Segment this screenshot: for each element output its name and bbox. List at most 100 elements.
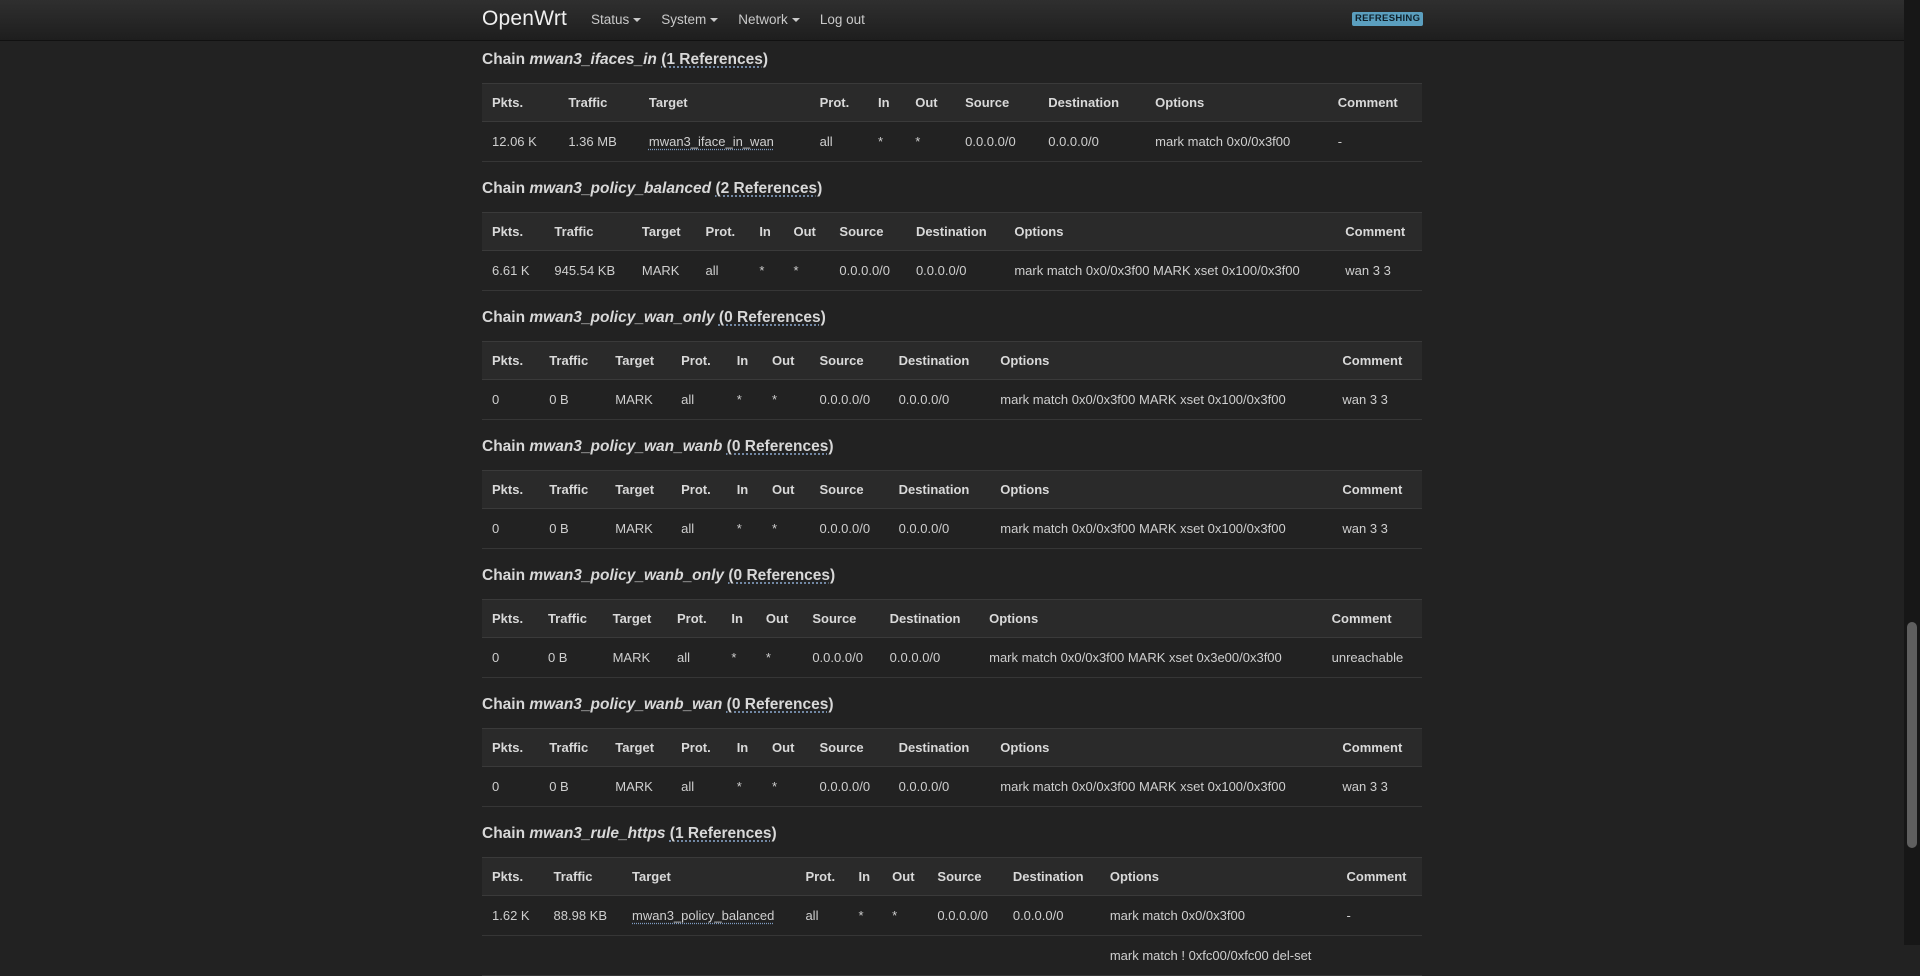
column-header: Pkts. [482, 599, 538, 638]
table-row: 6.61 K 945.54 KB MARK all * * 0.0.0.0/0 0.0.0.0… [482, 250, 1422, 291]
rules-table: Pkts. Traffic Target Prot. In Out Source Destin… [482, 341, 1422, 420]
column-header: Options [990, 728, 1333, 767]
chain-references-link[interactable]: (0 References) [728, 567, 835, 584]
brand-logo[interactable]: OpenWrt [482, 7, 567, 31]
column-header: Pkts. [482, 857, 544, 896]
chain-prefix: Chain [482, 180, 530, 197]
column-header: Traffic [539, 728, 606, 767]
table-row: 00 B MARK all * * 0.0.0.0/0 0.0.0.0/0 mark matc… [482, 637, 1422, 678]
scrollbar-thumb[interactable] [1907, 622, 1917, 848]
column-header: Comment [1327, 83, 1422, 122]
column-header: Pkts. [482, 341, 540, 380]
column-header: Comment [1332, 341, 1422, 380]
chain-name: mwan3_policy_wanb_only [529, 567, 725, 584]
table-cell: 0 [482, 637, 538, 678]
column-header: Destination [888, 728, 991, 767]
target-chain-link[interactable]: mwan3_iface_in_wan [649, 134, 774, 149]
column-header: Target [602, 599, 667, 638]
column-header: Out [905, 83, 956, 122]
column-header: Source [955, 83, 1039, 122]
table-cell: 0 B [539, 508, 606, 549]
column-header: Out [783, 212, 830, 251]
column-header: Comment [1335, 212, 1422, 251]
table-header-row: Pkts. Traffic Target Prot. In Out Source Destin… [482, 728, 1422, 767]
table-cell: 0.0.0.0/0 [829, 250, 906, 291]
column-header: Traffic [539, 470, 606, 509]
table-cell: mark match 0x0/0x3f00 MARK xset 0x100/0x… [1004, 250, 1336, 291]
chain-prefix: Chain [482, 51, 530, 68]
column-header: In [868, 83, 906, 122]
menu-system[interactable]: System [661, 12, 719, 27]
rules-table: Pkts. Traffic Target Prot. In Out Source Destin… [482, 470, 1422, 549]
table-cell: mark match 0x0/0x3f00 [1099, 895, 1337, 936]
table-cell: * [905, 121, 956, 162]
table-cell: wan 3 3 [1332, 508, 1422, 549]
column-header: Source [809, 470, 889, 509]
rules-table: Pkts. Traffic Target Prot. In Out Source Destin… [482, 212, 1422, 291]
table-cell: wan 3 3 [1332, 379, 1422, 420]
table-cell: wan 3 3 [1332, 766, 1422, 807]
table-cell: * [762, 508, 810, 549]
chain-references-link[interactable]: (1 References) [661, 51, 768, 68]
table-cell: * [726, 766, 763, 807]
column-header: Target [605, 341, 672, 380]
table-cell: 0.0.0.0/0 [809, 508, 889, 549]
column-header: Prot. [809, 83, 869, 122]
column-header: Pkts. [482, 728, 540, 767]
target-chain-link[interactable]: mwan3_policy_balanced [632, 908, 774, 923]
chain-section: Chain mwan3_policy_wan_only (0 Reference… [482, 307, 1422, 420]
table-cell: 0 [482, 508, 540, 549]
table-cell: 0.0.0.0/0 [809, 379, 889, 420]
column-header: Options [979, 599, 1322, 638]
menu-logout[interactable]: Log out [820, 12, 865, 27]
table-cell: all [795, 895, 849, 936]
chain-title: Chain mwan3_policy_wanb_wan (0 Reference… [482, 694, 1422, 716]
chevron-down-icon [633, 18, 642, 23]
column-header: Destination [879, 599, 980, 638]
chain-prefix: Chain [482, 825, 530, 842]
menu-status-label: Status [591, 12, 630, 27]
table-cell [795, 935, 849, 976]
table-cell: all [671, 766, 727, 807]
table-cell: - [1336, 895, 1422, 936]
table-cell [482, 935, 544, 976]
chain-references-link[interactable]: (0 References) [727, 438, 834, 455]
table-header-row: Pkts. Traffic Target Prot. In Out Source Destin… [482, 212, 1422, 251]
column-header: Traffic [543, 857, 623, 896]
page-scrollbar[interactable] [1904, 0, 1920, 945]
menu-status[interactable]: Status [591, 12, 642, 27]
table-cell: 12.06 K [482, 121, 559, 162]
main-menu: Status System Network Log out [591, 12, 885, 27]
column-header: Target [631, 212, 696, 251]
column-header: Out [755, 599, 803, 638]
chain-references-link[interactable]: (0 References) [727, 696, 834, 713]
column-header: Out [762, 341, 810, 380]
column-header: Target [605, 728, 672, 767]
table-cell: 0.0.0.0/0 [888, 379, 991, 420]
table-cell [927, 935, 1003, 976]
refreshing-badge[interactable]: REFRESHING [1352, 12, 1424, 26]
chevron-down-icon [791, 18, 800, 23]
menu-network[interactable]: Network [738, 12, 800, 27]
chain-title: Chain mwan3_policy_wanb_only (0 Referenc… [482, 565, 1422, 587]
table-cell: 1.62 K [482, 895, 544, 936]
chain-prefix: Chain [482, 438, 530, 455]
column-header: Pkts. [482, 212, 545, 251]
column-header: Out [882, 857, 928, 896]
chain-references-link[interactable]: (0 References) [719, 309, 826, 326]
table-cell: wan 3 3 [1335, 250, 1422, 291]
chain-references-link[interactable]: (2 References) [715, 180, 822, 197]
table-cell: * [762, 766, 810, 807]
table-cell: * [868, 121, 906, 162]
chain-name: mwan3_rule_https [529, 825, 666, 842]
table-cell: 0.0.0.0/0 [888, 508, 991, 549]
column-header: In [726, 728, 763, 767]
table-cell: 0.0.0.0/0 [879, 637, 980, 678]
table-cell: mark match 0x0/0x3f00 MARK xset 0x100/0x… [990, 766, 1333, 807]
table-header-row: Pkts. Traffic Target Prot. In Out Source Destin… [482, 857, 1422, 896]
table-cell: 0.0.0.0/0 [955, 121, 1039, 162]
chain-section: Chain mwan3_policy_balanced (2 Reference… [482, 178, 1422, 291]
chain-references-link[interactable]: (1 References) [670, 825, 777, 842]
column-header: Comment [1332, 470, 1422, 509]
column-header: Options [1145, 83, 1328, 122]
